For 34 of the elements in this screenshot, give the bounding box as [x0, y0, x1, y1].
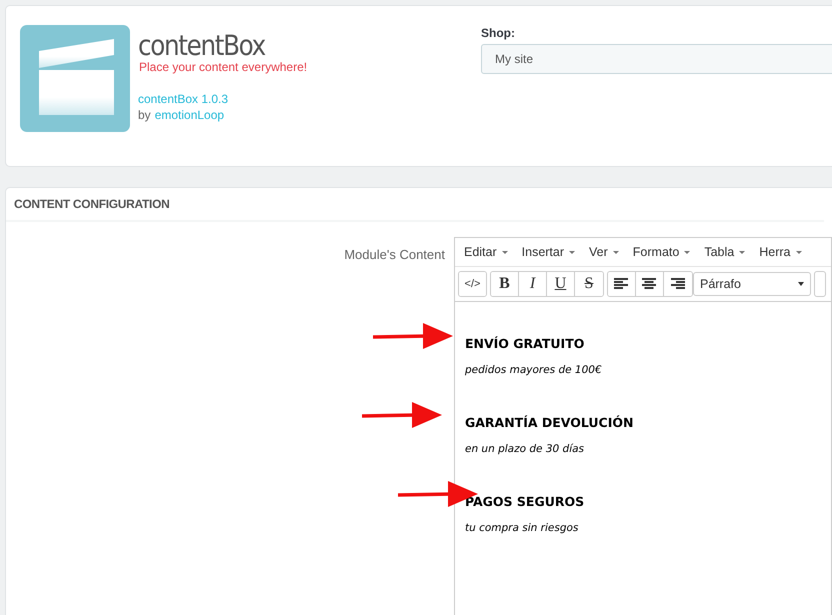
menu-button[interactable]: Ver [582, 245, 626, 259]
menu-button[interactable]: Herra [752, 245, 808, 259]
caret-icon [739, 250, 746, 254]
field-label: Module's Content [344, 247, 445, 262]
bold-button[interactable]: B [490, 272, 519, 296]
content-heading: ENVÍO GRATUITO [464, 336, 586, 352]
caret-icon [798, 282, 804, 286]
align-left-icon [614, 278, 628, 290]
module-name: contentBox [138, 31, 266, 61]
content-subtitle: pedidos mayores de 100€ [464, 364, 603, 376]
shop-select[interactable]: My site [481, 44, 832, 74]
caret-icon [569, 250, 576, 254]
source-code-button[interactable]: </> [458, 272, 486, 296]
shop-label: Shop: [481, 26, 516, 40]
content-heading: PAGOS SEGUROS [464, 494, 586, 510]
menu-button[interactable]: Formato [626, 245, 698, 259]
content-heading: GARANTÍA DEVOLUCIÓN [464, 415, 634, 431]
caret-icon [796, 250, 802, 254]
menu-button[interactable]: Insertar [514, 245, 582, 259]
align-right-icon [670, 278, 685, 290]
caret-icon [684, 250, 690, 254]
by-label: by [138, 107, 151, 123]
align-center-icon [642, 278, 656, 290]
caret-icon [502, 250, 508, 254]
panel-heading: CONTENT CONFIGURATION [6, 188, 824, 222]
clapperboard-logo-icon [20, 25, 130, 132]
menu-button[interactable]: Tabla [697, 245, 752, 259]
caret-icon [612, 250, 619, 254]
menu-button[interactable]: Editar [456, 245, 515, 259]
format-select[interactable]: Párrafo [692, 272, 811, 296]
content-subtitle: tu compra sin riesgos [464, 522, 580, 534]
content-subtitle: en un plazo de 30 días [464, 443, 586, 455]
module-tagline: Place your content everywhere! [139, 61, 308, 73]
align-left-button[interactable] [608, 272, 636, 296]
